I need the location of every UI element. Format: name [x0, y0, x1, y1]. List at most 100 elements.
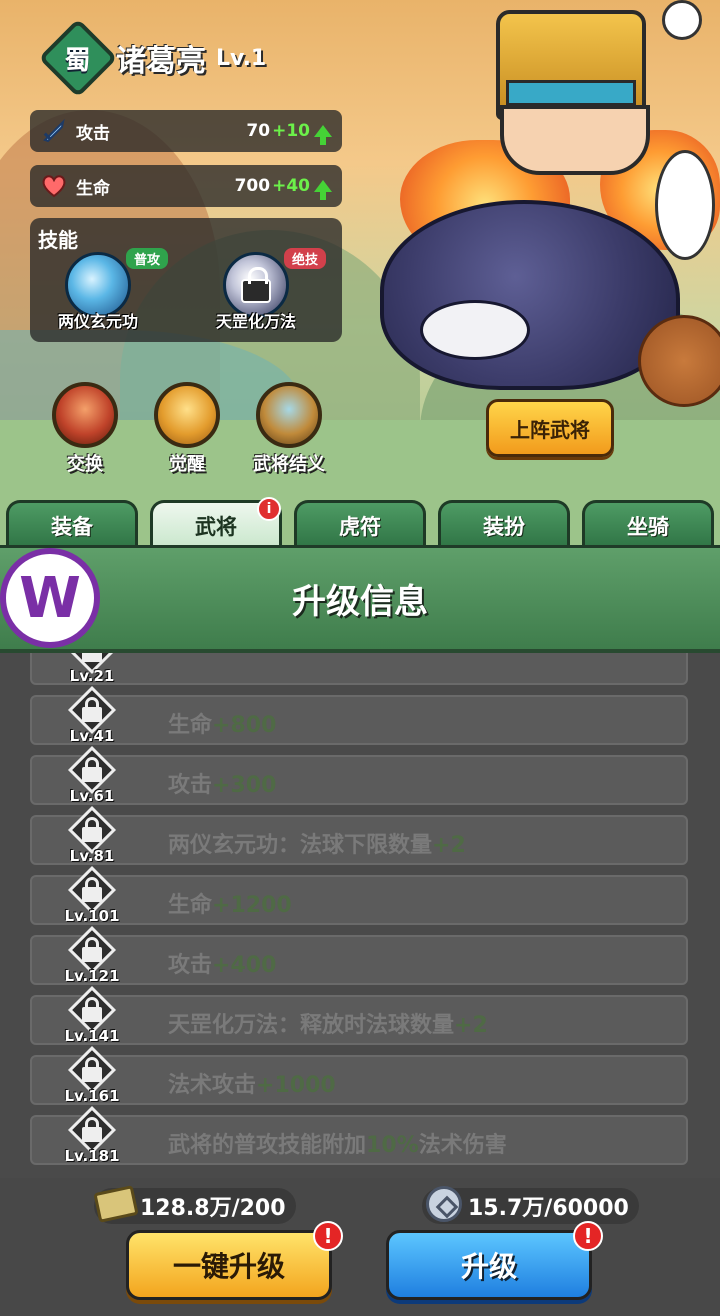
resource-amount: 15.7万/60000: [468, 1196, 629, 1221]
row-stat: 武将的普攻技能附加: [168, 1133, 367, 1158]
row-bonus: +2: [454, 1013, 488, 1038]
upgrade-row: Lv.181 武将的普攻技能附加10%法术伤害: [30, 1105, 688, 1165]
upgrade-row: Lv.41 生命+800: [30, 685, 688, 745]
skill-name: 天罡化万法: [215, 312, 296, 331]
row-text: 攻击+300: [168, 767, 276, 799]
row-bonus: 10%: [366, 1133, 419, 1158]
hero-level: Lv.1: [216, 45, 267, 71]
watermark-logo: W: [0, 548, 100, 648]
skills-panel: 技能 普攻 两仪玄元功 绝技 天罡化万法: [30, 218, 342, 342]
upgrade-info-header: 升级信息: [0, 545, 720, 653]
upgrade-row: Lv.81 两仪玄元功：法球下限数量+2: [30, 805, 688, 865]
lock-icon: [241, 267, 271, 303]
row-bonus: +300: [212, 773, 277, 798]
oath-altar-icon: [256, 382, 322, 448]
beast-mount: [380, 200, 680, 390]
tab-costume[interactable]: 装扮: [438, 500, 570, 548]
one-click-upgrade-button[interactable]: 一键升级 !: [126, 1221, 343, 1300]
hero-title: 蜀 诸葛亮 Lv.1: [38, 18, 267, 98]
tab-label: 装扮: [483, 514, 525, 539]
heart-icon: [40, 172, 68, 200]
hero-hat-band: [506, 80, 636, 106]
awaken-label: 觉醒: [169, 454, 205, 475]
up-arrow-icon: [314, 180, 332, 200]
info-badge-icon: i: [257, 497, 281, 521]
beast-mouth: [420, 300, 530, 360]
swap-button[interactable]: 交换: [40, 382, 130, 476]
skill-name: 两仪玄元功: [57, 312, 138, 331]
stat-value: 70: [246, 121, 271, 141]
row-suffix: 法术伤害: [418, 1133, 507, 1158]
awaken-helmet-icon: [154, 382, 220, 448]
tab-mount[interactable]: 坐骑: [582, 500, 714, 548]
row-stat: 攻击: [168, 773, 213, 798]
row-text: 法术攻击+1000: [168, 1067, 336, 1099]
row-stat: 天罡化万法：释放时法球数量: [168, 1013, 455, 1038]
tab-label: 虎符: [339, 514, 381, 539]
watermark-letter: W: [19, 565, 81, 631]
stat-label: 攻击: [76, 123, 110, 144]
skill-tag: 绝技: [283, 248, 326, 269]
upgrade-row: Lv.121 攻击+400: [30, 925, 688, 985]
scroll-icon: [93, 1182, 139, 1226]
warrior-portrait-icon: [52, 382, 118, 448]
skill-tag: 普攻: [125, 248, 168, 269]
row-stat: 两仪玄元功：法球下限数量: [168, 833, 433, 858]
oath-button[interactable]: 武将结义: [244, 382, 334, 476]
rabbit-companion: [655, 150, 715, 260]
hero-face: [500, 105, 650, 175]
upgrade-row: Lv.161 法术攻击+1000: [30, 1045, 688, 1105]
row-stat: 攻击: [168, 953, 213, 978]
kingdom-label: 蜀: [64, 45, 92, 76]
stat-label: 生命: [76, 178, 110, 199]
stat-increase: +10: [272, 121, 310, 141]
tab-bar: 装备 武将 i 虎符 装扮 坐骑: [0, 497, 720, 548]
row-bonus: +1200: [212, 893, 292, 918]
row-level: Lv.141: [64, 1027, 120, 1045]
oath-label: 武将结义: [253, 454, 325, 475]
skill-basic[interactable]: 普攻 两仪玄元功: [28, 248, 168, 332]
tab-equipment[interactable]: 装备: [6, 500, 138, 548]
stat-attack: 攻击 70 +10: [30, 110, 342, 152]
upgrade-list[interactable]: Lv.21 Lv.41 生命+800 Lv.61 攻击+300 Lv.81 两仪…: [0, 653, 720, 1178]
upgrade-row: Lv.21: [30, 653, 688, 685]
row-level: Lv.61: [69, 787, 115, 805]
rabbit-companion: [662, 0, 702, 40]
hero-name: 诸葛亮: [116, 44, 206, 79]
skill-ultimate[interactable]: 绝技 天罡化万法: [186, 248, 326, 332]
row-level: Lv.181: [64, 1147, 120, 1165]
stat-health: 生命 700 +40: [30, 165, 342, 207]
bottom-bar: 128.8万/200 15.7万/60000 一键升级 ! 升级 !: [0, 1178, 720, 1316]
deploy-hero-button[interactable]: 上阵武将: [486, 399, 614, 457]
tab-label: 武将: [195, 514, 237, 539]
resource-amount: 128.8万/200: [140, 1196, 286, 1221]
row-stat: 法术攻击: [168, 1073, 257, 1098]
upgrade-info-title: 升级信息: [292, 582, 428, 622]
row-bonus: +1000: [256, 1073, 336, 1098]
kingdom-badge: 蜀: [38, 18, 118, 98]
button-label: 一键升级: [172, 1250, 285, 1283]
stat-value: 700: [234, 176, 271, 196]
row-bonus: +800: [212, 713, 277, 738]
up-arrow-icon: [314, 125, 332, 145]
row-level: Lv.81: [69, 847, 115, 865]
tab-hero[interactable]: 武将 i: [150, 497, 282, 548]
row-text: 武将的普攻技能附加10%法术伤害: [168, 1127, 507, 1159]
swap-label: 交换: [67, 454, 103, 475]
upgrade-row: Lv.101 生命+1200: [30, 865, 688, 925]
tab-label: 坐骑: [627, 514, 669, 539]
awaken-button[interactable]: 觉醒: [142, 382, 232, 476]
tab-label: 装备: [51, 514, 93, 539]
row-text: 生命+1200: [168, 887, 292, 919]
upgrade-button[interactable]: 升级 !: [386, 1221, 603, 1300]
alert-icon: !: [573, 1221, 603, 1251]
row-text: 两仪玄元功：法球下限数量+2: [168, 827, 466, 859]
resource-coin: 15.7万/60000: [422, 1186, 639, 1224]
row-level: Lv.121: [64, 967, 120, 985]
upgrade-row: Lv.141 天罡化万法：释放时法球数量+2: [30, 985, 688, 1045]
row-level: Lv.101: [64, 907, 120, 925]
stat-increase: +40: [272, 176, 310, 196]
tab-tiger-tally[interactable]: 虎符: [294, 500, 426, 548]
row-bonus: +2: [432, 833, 466, 858]
row-text: 生命+800: [168, 707, 276, 739]
